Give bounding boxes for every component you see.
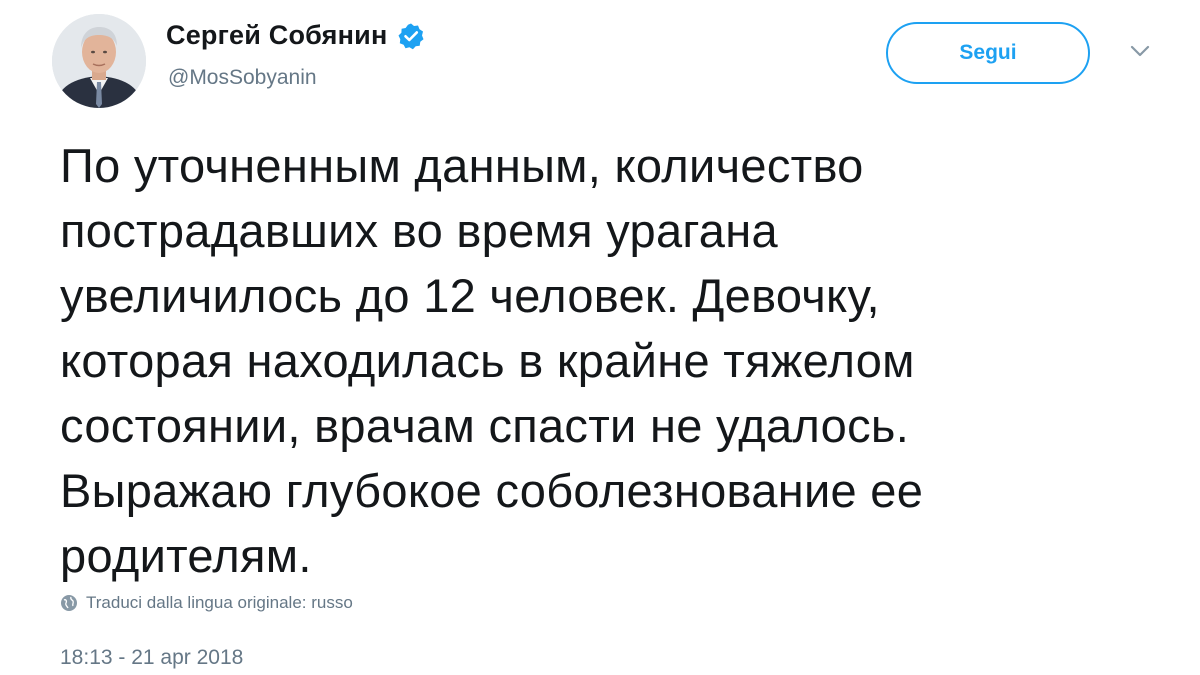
follow-button[interactable]: Segui <box>886 22 1090 84</box>
verified-badge-icon <box>397 22 425 50</box>
name-row: Сергей Собянин <box>166 20 425 51</box>
tweet-card: Сергей Собянин @MosSobyanin Segui По уто… <box>0 0 1200 675</box>
translate-link[interactable]: Traduci dalla lingua originale: russo <box>60 593 353 613</box>
globe-icon <box>60 594 78 612</box>
tweet-text: По уточненным данным, количество пострад… <box>60 139 924 582</box>
translate-label: Traduci dalla lingua originale: russo <box>86 593 353 612</box>
display-name[interactable]: Сергей Собянин <box>166 20 387 51</box>
avatar[interactable] <box>52 14 146 108</box>
tweet-timestamp[interactable]: 18:13 - 21 apr 2018 <box>60 646 243 670</box>
avatar-photo-icon <box>52 14 146 108</box>
tweet-menu-button[interactable] <box>1122 38 1158 68</box>
user-handle[interactable]: @MosSobyanin <box>168 66 317 90</box>
chevron-down-icon <box>1130 44 1150 62</box>
